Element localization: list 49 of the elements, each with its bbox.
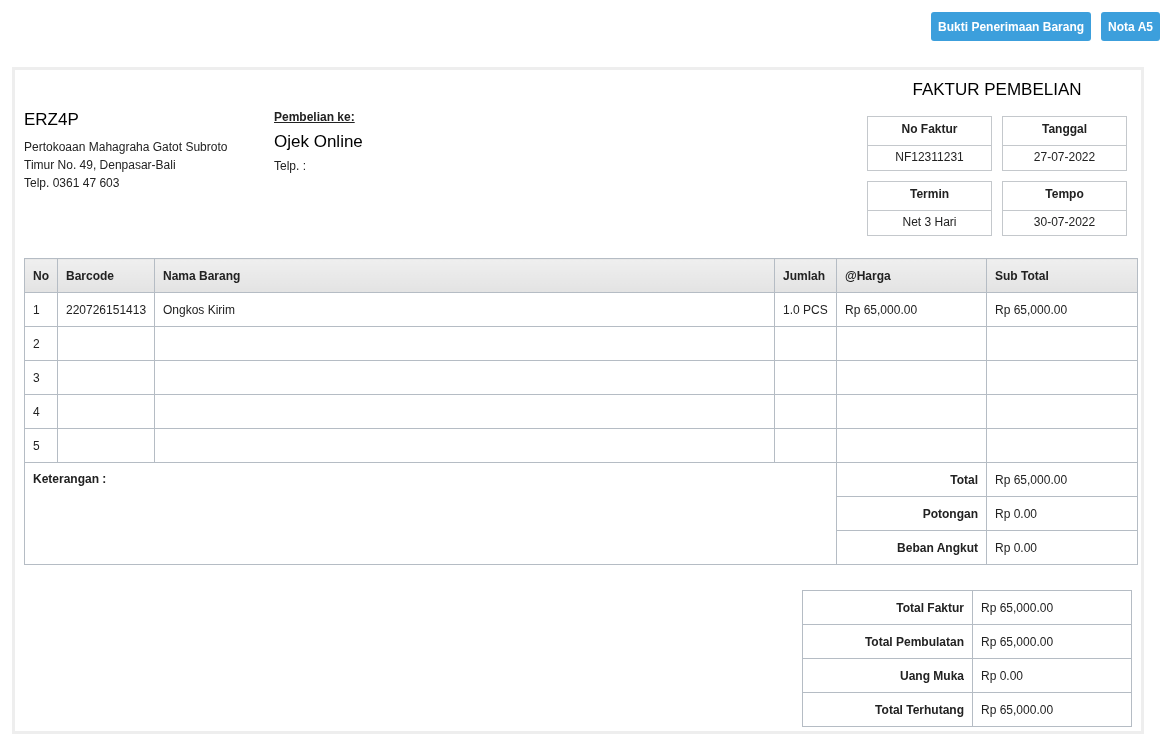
info-value: 30-07-2022 bbox=[1032, 214, 1097, 231]
summary-label: Beban Angkut bbox=[836, 530, 987, 565]
row-number-cell: 2 bbox=[24, 326, 58, 361]
info-value: Net 3 Hari bbox=[901, 214, 958, 231]
price-cell: Rp 65,000.00 bbox=[836, 292, 987, 327]
invoice-title: FAKTUR PEMBELIAN bbox=[911, 80, 1083, 100]
total-value: Rp 65,000.00 bbox=[972, 692, 1132, 727]
company-name: ERZ4P bbox=[24, 110, 80, 130]
notes-label: Keterangan : bbox=[33, 472, 107, 486]
column-header: @Harga bbox=[836, 258, 987, 293]
summary-value: Rp 0.00 bbox=[986, 530, 1138, 565]
row-number-cell: 1 bbox=[24, 292, 58, 327]
supplier-phone: Telp. : bbox=[274, 159, 307, 173]
company-address-line: Pertokoaan Mahagraha Gatot Subroto bbox=[24, 139, 229, 156]
summary-value: Rp 0.00 bbox=[986, 496, 1138, 531]
action-button[interactable]: Nota A5 bbox=[1101, 12, 1160, 41]
column-header: Barcode bbox=[57, 258, 155, 293]
info-value: NF12311231 bbox=[894, 149, 965, 166]
supplier-label: Pembelian ke: bbox=[274, 110, 356, 124]
row-number-cell: 5 bbox=[24, 428, 58, 463]
company-address-line: Timur No. 49, Denpasar-Bali bbox=[24, 157, 177, 174]
action-button[interactable]: Bukti Penerimaan Barang bbox=[931, 12, 1092, 41]
quantity-cell: 1.0 PCS bbox=[774, 292, 837, 327]
summary-label: Potongan bbox=[836, 496, 987, 531]
info-label: Tanggal bbox=[1003, 117, 1126, 146]
total-label: Total Faktur bbox=[802, 590, 973, 625]
total-label: Total Pembulatan bbox=[802, 624, 973, 659]
total-value: Rp 65,000.00 bbox=[972, 624, 1132, 659]
column-header: Nama Barang bbox=[154, 258, 775, 293]
row-number-cell: 4 bbox=[24, 394, 58, 429]
company-address-line: Telp. 0361 47 603 bbox=[24, 175, 121, 192]
item-name-cell: Ongkos Kirim bbox=[154, 292, 775, 327]
supplier-name: Ojek Online bbox=[274, 132, 364, 152]
barcode-cell: 220726151413 bbox=[57, 292, 155, 327]
summary-label: Total bbox=[836, 462, 987, 497]
total-value: Rp 0.00 bbox=[972, 658, 1132, 693]
info-value: 27-07-2022 bbox=[1032, 149, 1097, 166]
row-number-cell: 3 bbox=[24, 360, 58, 395]
info-label: Termin bbox=[868, 182, 991, 211]
total-label: Uang Muka bbox=[802, 658, 973, 693]
info-label: Tempo bbox=[1003, 182, 1126, 211]
column-header: Jumlah bbox=[774, 258, 837, 293]
info-label: No Faktur bbox=[868, 117, 991, 146]
summary-value: Rp 65,000.00 bbox=[986, 462, 1138, 497]
subtotal-cell: Rp 65,000.00 bbox=[986, 292, 1138, 327]
total-value: Rp 65,000.00 bbox=[972, 590, 1132, 625]
total-label: Total Terhutang bbox=[802, 692, 973, 727]
column-header: Sub Total bbox=[986, 258, 1138, 293]
column-header: No bbox=[24, 258, 58, 293]
